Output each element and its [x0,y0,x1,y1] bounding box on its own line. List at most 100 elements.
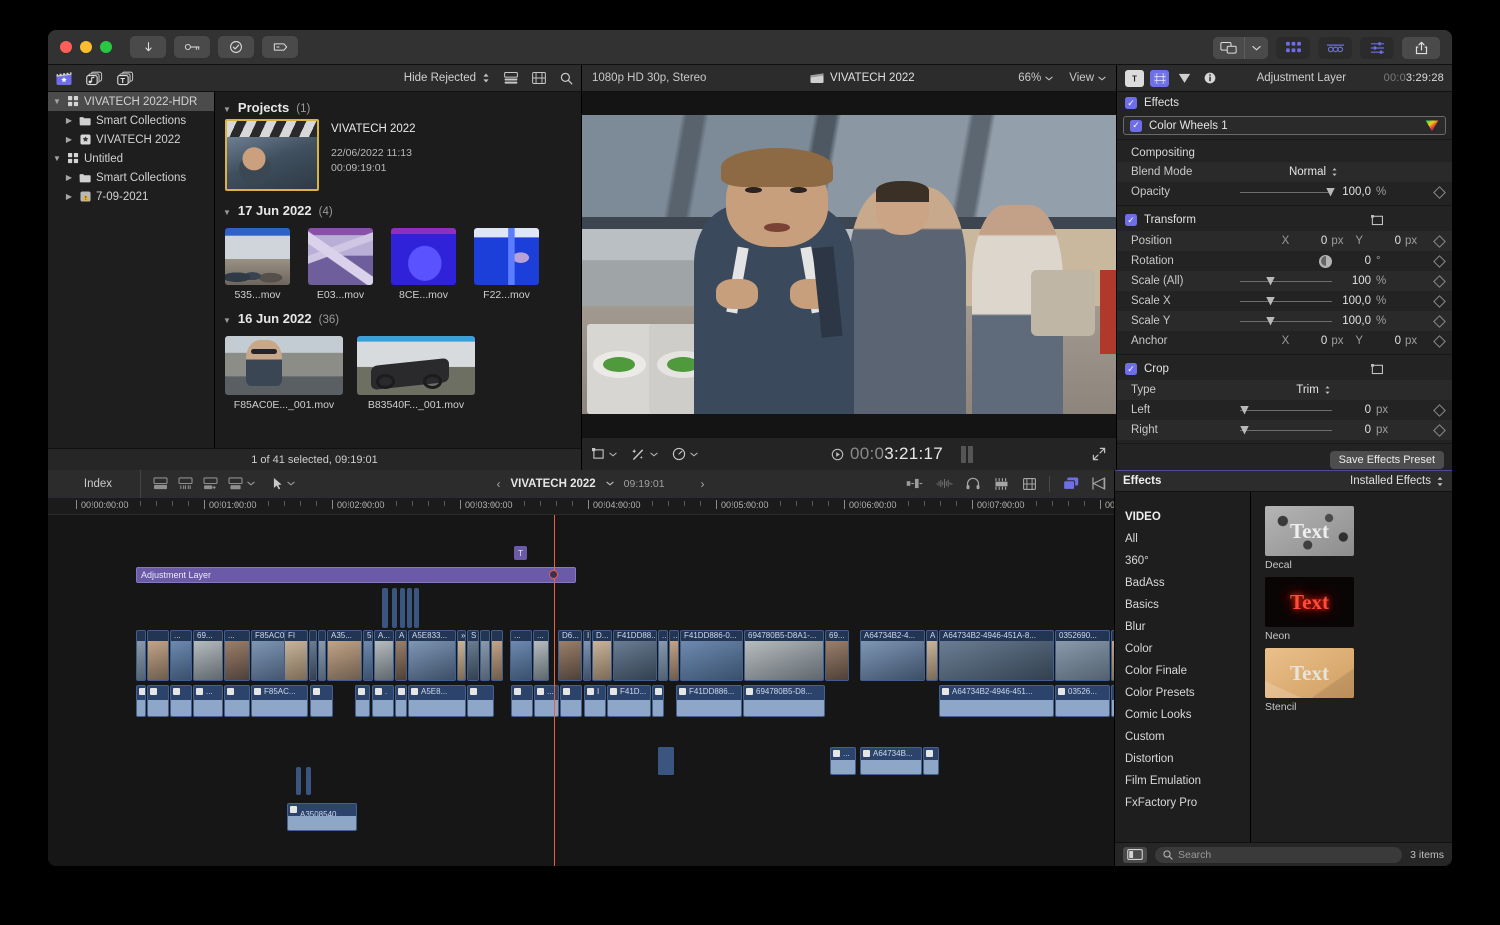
render-icon[interactable] [1023,477,1036,490]
sidebar-item-untitled[interactable]: ▼ Untitled [48,149,214,168]
timeline-audio-clip[interactable] [560,685,582,717]
viewer-timecode[interactable]: 00:03:21:17 [712,444,1092,464]
opacity-row[interactable]: Opacity 100,0 % [1117,182,1452,202]
disclosure-triangle-icon[interactable]: ▼ [223,316,231,325]
timeline-ruler[interactable]: 00:00:00:00 00:01:00:00 00:02:00:00 00:03:0… [48,498,1114,515]
effect-thumbnail[interactable]: Text [1265,648,1354,698]
captions-button[interactable] [262,36,298,58]
disclosure-triangle-icon[interactable]: ▶ [64,135,74,144]
timeline-video-clip[interactable]: A35... [327,630,362,681]
timeline-index-button[interactable] [1318,36,1352,59]
timeline-audio-clip[interactable]: I [584,685,606,717]
timeline-audio-clip[interactable] [310,685,333,717]
effects-category-all[interactable]: All [1115,528,1250,550]
keyframe-icon[interactable] [1433,403,1446,417]
keyframe-icon[interactable] [1433,423,1446,437]
effects-category-color[interactable]: Color [1115,638,1250,660]
color-inspector-icon[interactable] [1175,70,1194,87]
timeline-video-clip[interactable]: ... [658,630,668,681]
airplay-group[interactable] [1213,36,1268,59]
timeline-video-clip[interactable]: I [583,630,591,681]
waveform-icon[interactable] [936,478,953,489]
video-inspector-icon[interactable] [1150,69,1169,87]
timeline-connected-audio-clip[interactable]: A64734B... [860,747,922,775]
timeline-audio-clip[interactable]: F41DD886... [676,685,742,717]
viewer-canvas[interactable] [582,92,1116,437]
timeline-audio-clip[interactable]: A5E8... [408,685,466,717]
scale-x-value[interactable]: 100,0 [1337,295,1371,307]
timeline-video-clip[interactable]: ... [224,630,250,681]
clip-thumbnail[interactable] [308,228,373,285]
timeline-video-clip[interactable]: A5E833... [408,630,456,681]
opacity-slider[interactable] [1240,187,1335,197]
installed-effects-menu[interactable]: Installed Effects [1350,475,1444,487]
keyframe-icon[interactable] [1433,334,1446,348]
sidebar-item-vivatech-2022[interactable]: ▶ VIVATECH 2022 [48,130,214,149]
text-inspector-icon[interactable]: T [1125,69,1144,87]
disclosure-triangle-icon[interactable]: ▶ [64,116,74,125]
browser-group-header-projects[interactable]: ▼ Projects (1) [215,92,581,119]
rotation-value[interactable]: 0 [1337,255,1371,267]
maximize-window-button[interactable] [100,41,112,53]
timeline-audio-clip[interactable]: ... [193,685,223,717]
browser-clip[interactable]: B83540F..._001.mov [357,336,475,411]
timeline-audio-clip[interactable]: 19A4E... [1111,685,1114,717]
transform-onscreen-icon[interactable] [1371,214,1384,226]
effects-category-basics[interactable]: Basics [1115,594,1250,616]
clip-thumbnail[interactable] [474,228,539,285]
clip-thumbnail[interactable] [225,228,290,285]
save-effects-preset-button[interactable]: Save Effects Preset [1329,451,1444,469]
library-sidebar[interactable]: ▼ VIVATECH 2022-HDR ▶ Smart Collections [48,92,215,448]
timeline-video-clip[interactable] [309,630,317,681]
timeline-video-clip[interactable]: A... [374,630,394,681]
previous-project-button[interactable]: ‹ [496,477,500,491]
scale-all-value[interactable]: 100 [1337,275,1371,287]
scale-x-row[interactable]: Scale X 100,0 % [1117,291,1452,311]
overwrite-edit-icon[interactable] [228,477,255,490]
timeline-audio-clip[interactable] [395,685,407,717]
timeline-video-clip[interactable]: 69... [193,630,223,681]
audio-meter-icon[interactable] [961,445,974,463]
transform-tool-button[interactable] [592,448,617,460]
disclosure-triangle-icon[interactable]: ▼ [223,105,231,114]
timeline-audio-clip[interactable] [224,685,250,717]
timeline-video-clip[interactable]: S [467,630,479,681]
disclosure-triangle-icon[interactable]: ▶ [64,173,74,182]
timeline-index-button[interactable]: Index [56,469,141,498]
keyframe-icon[interactable] [1433,314,1446,328]
transform-enable-checkbox[interactable]: ✓ [1125,214,1137,226]
effect-enable-checkbox[interactable]: ✓ [1130,119,1142,132]
crop-right-row[interactable]: Right 0 px [1117,420,1452,440]
timeline-video-clip[interactable] [136,630,146,681]
expand-icon[interactable] [1092,447,1106,461]
inspector-toggle-button[interactable] [1360,36,1394,59]
audio-meter-icon[interactable] [906,478,923,489]
crop-enable-checkbox[interactable]: ✓ [1125,363,1137,375]
rotation-row[interactable]: Rotation 0 ° [1117,251,1452,271]
effects-category-blur[interactable]: Blur [1115,616,1250,638]
keyframe-icon[interactable] [1433,234,1446,248]
effects-search-input[interactable]: Search [1155,846,1403,863]
timeline-video-clip[interactable]: F41DD886-0... [680,630,743,681]
headphone-icon[interactable] [966,477,980,490]
keyframe-icon[interactable] [1433,185,1446,199]
timeline-video-clip[interactable]: 19A4EB02... [1111,630,1114,681]
timeline-project-name[interactable]: VIVATECH 2022 [510,478,595,490]
sort-chevrons-icon[interactable] [1436,476,1444,487]
chevron-down-icon[interactable] [1244,36,1268,59]
timeline-video-clip[interactable]: ... [510,630,532,681]
sort-chevrons-icon[interactable] [1324,385,1331,395]
skimmer-icon[interactable] [1092,477,1106,490]
info-inspector-icon[interactable] [1200,70,1219,87]
browser-group-header-17-jun-2022[interactable]: ▼ 17 Jun 2022 (4) [215,191,581,222]
position-x-value[interactable]: 0 [1293,235,1327,247]
chevron-down-icon[interactable] [1045,76,1053,81]
effect-thumbnail[interactable]: Text [1265,577,1354,627]
effects-category-comic-looks[interactable]: Comic Looks [1115,704,1250,726]
library-browser[interactable]: ▼ Projects (1) VIVATECH 2022 22/06/2022 … [215,92,581,448]
playhead[interactable] [554,515,555,866]
window-controls[interactable] [60,41,112,53]
duplicate-icon[interactable] [1063,477,1079,490]
title-marker[interactable]: T [514,546,527,560]
timeline-video-clip[interactable]: 694780B5-D8A1-... [744,630,824,681]
